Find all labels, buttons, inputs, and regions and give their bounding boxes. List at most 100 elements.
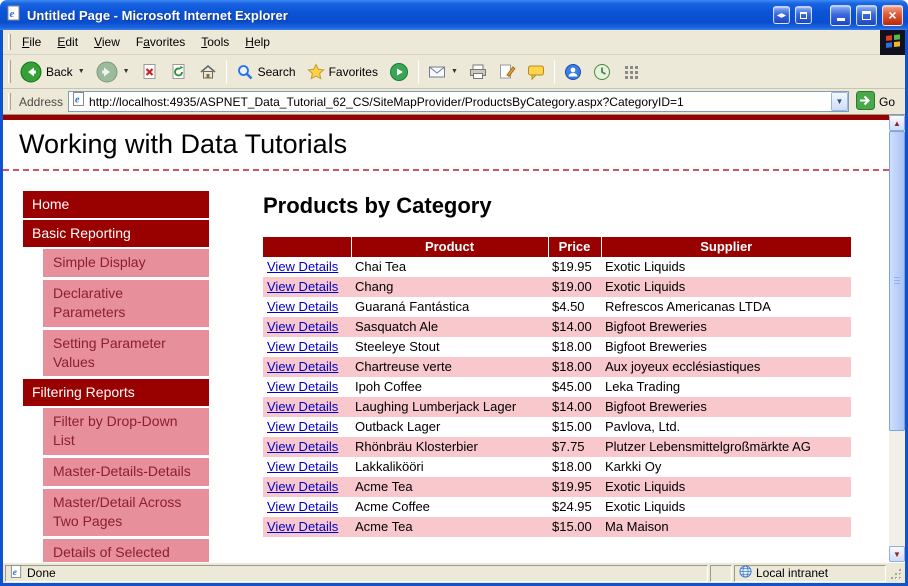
fullscreen-grid-button[interactable] [617,60,645,84]
address-label: Address [19,94,64,109]
toolbar-grip[interactable] [8,92,11,111]
view-details-cell: View Details [263,277,351,297]
favorites-button[interactable]: Favorites [302,60,383,84]
view-details-link[interactable]: View Details [267,399,338,414]
discuss-button[interactable] [522,60,550,84]
windows-logo-throbber-icon [880,30,905,55]
menu-item-tools[interactable]: Tools [193,31,237,53]
menu-item-help[interactable]: Help [237,31,278,53]
supplier-cell: Aux joyeux ecclésiastiques [605,359,761,374]
site-title: Working with Data Tutorials [3,120,889,171]
table-row: View Details Acme Tea $15.00 Ma Maison [263,517,851,537]
close-button[interactable]: × [882,4,903,26]
minimize-button[interactable] [830,4,851,26]
menu-item-view[interactable]: View [86,31,128,53]
price-cell: $14.00 [552,319,592,334]
title-bar[interactable]: e Untitled Page - Microsoft Internet Exp… [0,0,908,30]
messenger-button[interactable] [559,60,587,84]
forward-dropdown-icon[interactable]: ▼ [123,68,130,75]
view-details-link[interactable]: View Details [267,359,338,374]
back-button[interactable]: Back ▼ [15,58,90,86]
titlebar-nav-arrows-button[interactable]: ◀▶ [773,6,790,24]
resize-grip[interactable] [888,566,903,581]
history-button[interactable] [588,60,616,84]
price-cell: $19.95 [552,259,592,274]
price-cell: $14.00 [552,399,592,414]
price-cell: $19.00 [552,279,592,294]
address-bar: Address e ▼ Go [3,89,905,115]
media-button[interactable] [384,59,414,85]
address-input[interactable] [89,92,831,111]
edit-button[interactable] [493,60,521,84]
view-details-cell: View Details [263,437,351,457]
product-cell: Ipoh Coffee [355,379,422,394]
view-details-link[interactable]: View Details [267,319,338,334]
svg-text:e: e [75,95,80,106]
stop-button[interactable] [136,60,164,84]
column-header: Supplier [600,237,851,257]
mail-dropdown-icon[interactable]: ▼ [451,68,458,75]
product-cell: Sasquatch Ale [355,319,439,334]
nav-item-simple-display[interactable]: Simple Display [43,249,209,277]
scrollbar-thumb[interactable] [889,131,905,431]
menu-item-edit[interactable]: Edit [49,31,86,53]
supplier-cell: Exotic Liquids [605,279,686,294]
maximize-button[interactable] [856,4,877,26]
view-details-link[interactable]: View Details [267,499,338,514]
status-blank-panel [710,564,732,582]
product-cell: Chai Tea [355,259,407,274]
forward-button[interactable]: ▼ [91,58,135,86]
maximize-icon [862,10,871,20]
nav-item-setting-parameter-values[interactable]: Setting Parameter Values [43,329,209,377]
view-details-link[interactable]: View Details [267,519,338,534]
nav-item-master-details-details[interactable]: Master-Details-Details [43,458,209,487]
view-details-cell: View Details [263,517,351,537]
view-details-cell: View Details [263,377,351,397]
menu-item-favorites[interactable]: Favorites [128,31,193,53]
mail-button[interactable]: ▼ [423,60,463,84]
status-bar: e Done Local intranet [3,562,905,583]
menu-bar-items: File Edit View Favorites Tools Help [14,31,278,53]
nav-item-home[interactable]: Home [23,191,209,218]
nav-item-declarative-parameters[interactable]: Declarative Parameters [43,279,209,327]
back-dropdown-icon[interactable]: ▼ [78,68,85,75]
toolbar-grip[interactable] [8,59,11,84]
menu-item-file[interactable]: File [14,31,49,53]
nav-item-master-detail-across-two-pages[interactable]: Master/Detail Across Two Pages [43,489,209,536]
toolbar-grip[interactable] [8,33,11,51]
nav-item-details-of-selected-row[interactable]: Details of Selected Row [43,538,209,562]
window-box-icon [800,11,807,19]
view-details-link[interactable]: View Details [267,459,338,474]
titlebar-window-button[interactable] [795,6,812,24]
nav-item-basic-reporting[interactable]: Basic Reporting [23,220,209,247]
view-details-link[interactable]: View Details [267,279,338,294]
view-details-link[interactable]: View Details [267,259,338,274]
product-cell: Laughing Lumberjack Lager [355,399,517,414]
search-button[interactable]: Search [231,60,301,84]
browser-viewport: Working with Data Tutorials Home Basic Re… [3,115,905,562]
back-icon [20,61,42,83]
view-details-link[interactable]: View Details [267,479,338,494]
view-details-link[interactable]: View Details [267,299,338,314]
favorites-label: Favorites [328,64,378,79]
scrollbar-track[interactable] [889,131,905,546]
scroll-down-button[interactable]: ▼ [889,546,905,562]
view-details-link[interactable]: View Details [267,339,338,354]
print-button[interactable] [464,60,492,84]
refresh-button[interactable] [165,60,193,84]
go-button[interactable]: Go [854,89,901,115]
price-cell: $45.00 [552,379,592,394]
nav-item-filtering-reports[interactable]: Filtering Reports [23,379,209,407]
view-details-cell: View Details [263,397,351,417]
address-dropdown-icon[interactable]: ▼ [830,92,848,111]
vertical-scrollbar[interactable]: ▲ ▼ [889,115,905,562]
scroll-up-button[interactable]: ▲ [889,115,905,131]
home-button[interactable] [194,60,222,84]
view-details-link[interactable]: View Details [267,419,338,434]
nav-item-filter-by-drop-down-list[interactable]: Filter by Drop-Down List [43,408,209,456]
view-details-link[interactable]: View Details [267,439,338,454]
product-cell: Chartreuse verte [355,359,452,374]
view-details-link[interactable]: View Details [267,379,338,394]
toolbar-separator [417,59,419,84]
product-cell: Steeleye Stout [355,339,440,354]
